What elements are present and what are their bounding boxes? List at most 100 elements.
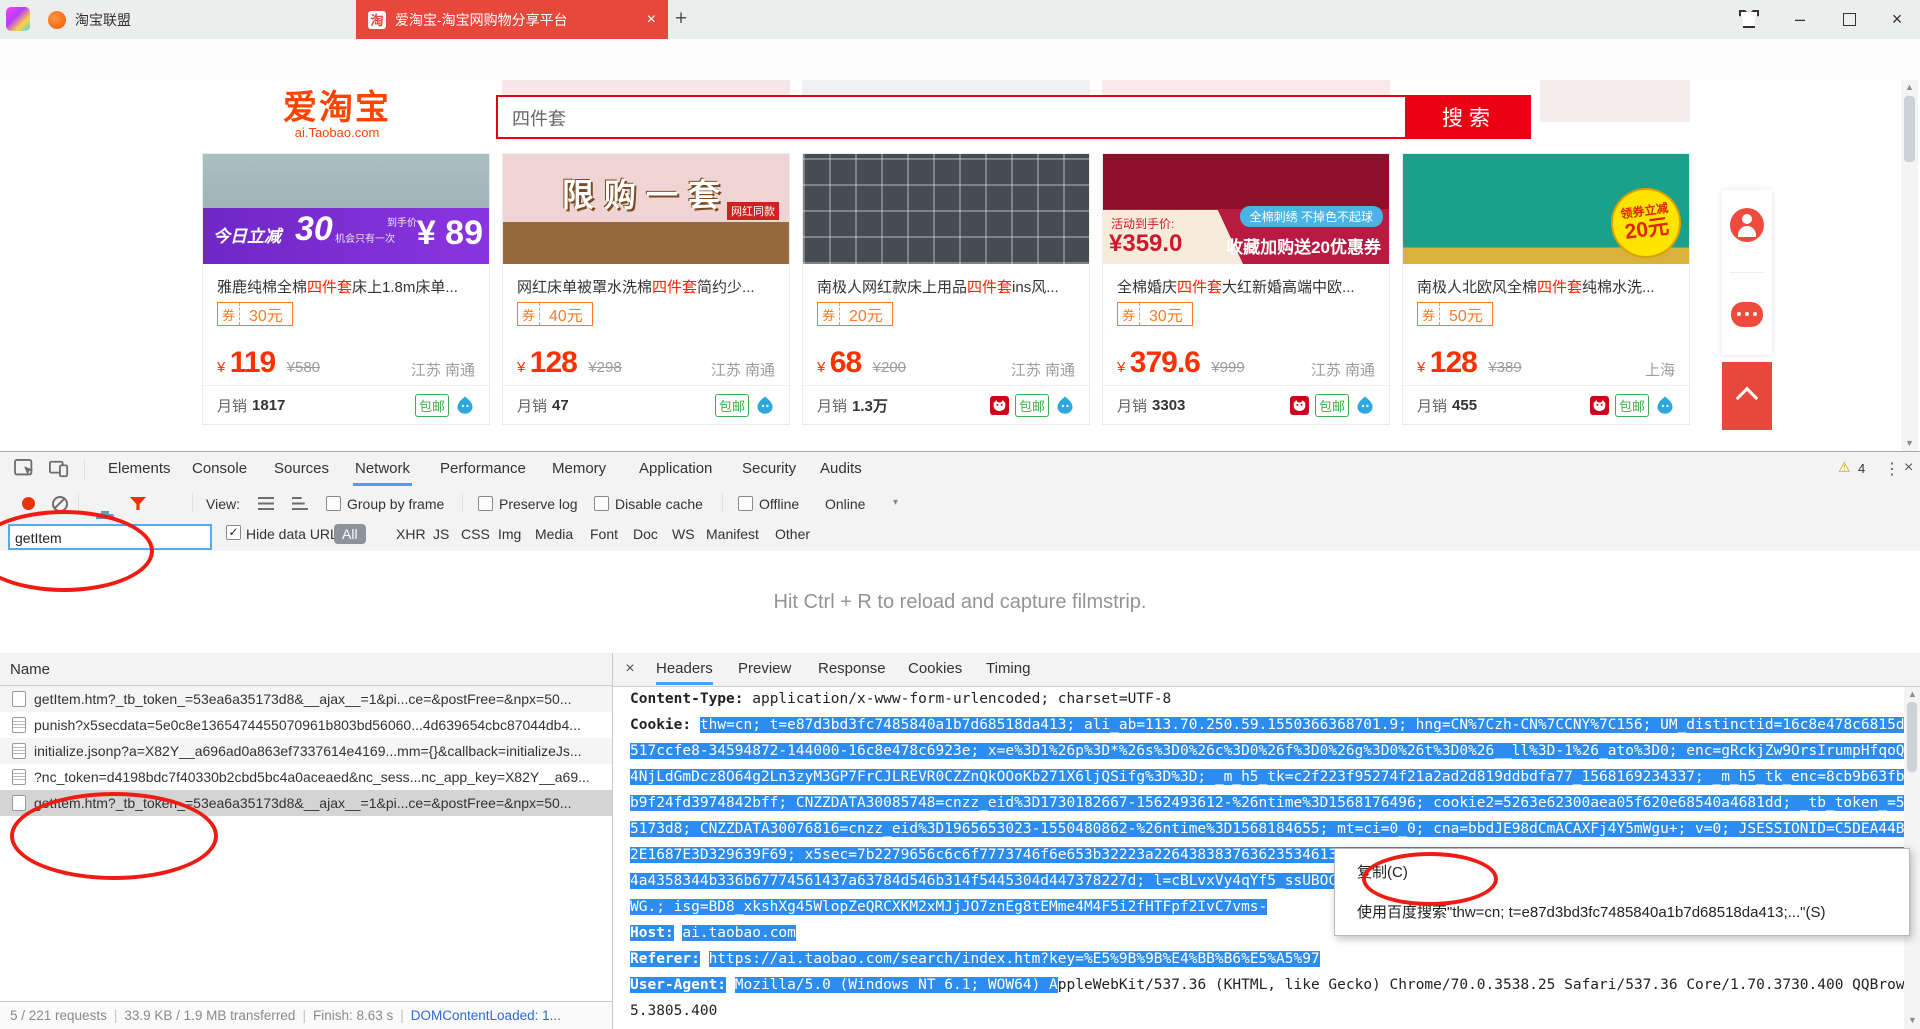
context-menu-copy[interactable]: 复制(C) xyxy=(1357,861,1408,882)
browser-app-icon[interactable] xyxy=(6,7,30,31)
restore-button[interactable] xyxy=(1832,4,1866,34)
filter-type-xhr[interactable]: XHR xyxy=(396,526,426,542)
request-row[interactable]: punish?x5secdata=5e0c8e1365474455070961b… xyxy=(0,712,612,738)
product-title[interactable]: 南极人北欧风全棉四件套纯棉水洗... xyxy=(1417,276,1675,297)
coupon-badge[interactable]: 券40元 xyxy=(517,302,593,326)
devtools-tab-memory[interactable]: Memory xyxy=(550,452,608,486)
filter-input[interactable] xyxy=(10,526,217,550)
product-image[interactable] xyxy=(803,154,1089,264)
filter-type-img[interactable]: Img xyxy=(498,526,521,542)
detail-tab-timing[interactable]: Timing xyxy=(986,653,1030,685)
filter-type-css[interactable]: CSS xyxy=(461,526,490,542)
inspect-element-icon[interactable] xyxy=(14,459,36,479)
new-tab-button[interactable]: + xyxy=(668,6,694,32)
detail-tab-cookies[interactable]: Cookies xyxy=(908,653,962,685)
request-row[interactable]: initialize.jsonp?a=X82Y__a696ad0a863ef73… xyxy=(0,738,612,764)
minimize-button[interactable]: – xyxy=(1783,4,1817,34)
warning-icon[interactable]: ⚠ xyxy=(1838,459,1851,476)
devtools-tab-application[interactable]: Application xyxy=(637,452,714,486)
filter-type-other[interactable]: Other xyxy=(775,526,810,542)
product-title[interactable]: 雅鹿纯棉全棉四件套床上1.8m床单... xyxy=(217,276,475,297)
hide-data-urls-checkbox[interactable]: ✓ xyxy=(226,525,241,540)
product-search-input[interactable] xyxy=(498,97,1421,139)
filter-type-media[interactable]: Media xyxy=(535,526,573,542)
detail-tab-preview[interactable]: Preview xyxy=(738,653,791,685)
close-window-button[interactable]: × xyxy=(1880,4,1914,34)
sales-count: 1.3万 xyxy=(852,395,888,416)
request-row[interactable]: getItem.htm?_tb_token_=53ea6a35173d8&__a… xyxy=(0,686,612,712)
product-title[interactable]: 全棉婚庆四件套大红新婚高端中欧... xyxy=(1117,276,1375,297)
name-column-header[interactable]: Name xyxy=(0,653,612,686)
coupon-badge[interactable]: 券20元 xyxy=(817,302,893,326)
offline-label[interactable]: Offline xyxy=(759,494,799,514)
devtools-tab-performance[interactable]: Performance xyxy=(438,452,528,486)
free-shipping-badge: 包邮 xyxy=(715,394,749,417)
scroll-up-icon[interactable]: ▲ xyxy=(1904,689,1920,699)
throttling-caret-icon[interactable]: ▾ xyxy=(893,497,898,508)
product-image[interactable]: 限购一套 网红同款 xyxy=(503,154,789,264)
group-by-frame-label[interactable]: Group by frame xyxy=(347,494,444,514)
preserve-log-label[interactable]: Preserve log xyxy=(499,494,578,514)
scroll-down-icon[interactable]: ▼ xyxy=(1904,1015,1920,1025)
filter-type-ws[interactable]: WS xyxy=(672,526,695,542)
product-image[interactable]: 领券立减 20元 xyxy=(1403,154,1689,264)
throttling-select[interactable]: Online xyxy=(825,494,865,514)
devtools-close-icon[interactable]: × xyxy=(1904,459,1913,477)
page-scrollbar[interactable]: ▲ ▼ xyxy=(1901,80,1918,452)
devtools-menu-kebab-icon[interactable]: ⋮ xyxy=(1884,459,1900,479)
coupon-badge[interactable]: 券50元 xyxy=(1417,302,1493,326)
product-title[interactable]: 南极人网红款床上用品四件套ins风... xyxy=(817,276,1075,297)
product-image[interactable]: 今日立减 30 机会只有一次 到手价 ¥ 89 xyxy=(203,154,489,264)
coupon-badge[interactable]: 券30元 xyxy=(217,302,293,326)
disable-cache-label[interactable]: Disable cache xyxy=(615,494,703,514)
view-list-icon[interactable] xyxy=(258,497,274,510)
group-by-frame-checkbox[interactable] xyxy=(326,496,341,511)
coupon-badge[interactable]: 券30元 xyxy=(1117,302,1193,326)
filter-type-manifest[interactable]: Manifest xyxy=(706,526,759,542)
filter-type-font[interactable]: Font xyxy=(590,526,618,542)
product-image[interactable]: 全棉刺绣 不掉色不起球 活动到手价: ¥359.0 收藏加购送20优惠券 xyxy=(1103,154,1389,264)
product-card[interactable]: 领券立减 20元 南极人北欧风全棉四件套纯棉水洗... 券50元 ¥ 128 ¥… xyxy=(1402,153,1690,425)
detail-tab-response[interactable]: Response xyxy=(818,653,886,685)
product-card[interactable]: 南极人网红款床上用品四件套ins风... 券20元 ¥ 68 ¥200 江苏 南… xyxy=(802,153,1090,425)
devtools-tab-elements[interactable]: Elements xyxy=(106,452,173,486)
request-row-selected[interactable]: getItem.htm?_tb_token_=53ea6a35173d8&__a… xyxy=(0,790,612,816)
devtools-tab-security[interactable]: Security xyxy=(740,452,798,486)
theme-skin-button[interactable] xyxy=(1732,4,1766,34)
filter-type-doc[interactable]: Doc xyxy=(633,526,658,542)
clear-button[interactable] xyxy=(52,496,68,512)
devtools-tab-sources[interactable]: Sources xyxy=(272,452,331,486)
devtools-tab-network[interactable]: Network xyxy=(353,452,412,486)
record-button[interactable] xyxy=(22,497,35,510)
detail-tab-headers[interactable]: Headers xyxy=(656,653,713,685)
tab2-close-icon[interactable]: × xyxy=(647,11,656,29)
tab-taobao-lianmeng[interactable]: 淘宝联盟 xyxy=(34,0,356,39)
filter-type-all[interactable]: All xyxy=(334,524,366,544)
scrollbar-thumb[interactable] xyxy=(1907,702,1917,772)
panel-divider[interactable] xyxy=(612,653,613,1029)
search-button[interactable]: 搜索 xyxy=(1407,95,1531,139)
back-to-top-button[interactable] xyxy=(1722,362,1772,430)
tab-aitaobao-active[interactable]: 淘 爱淘宝-淘宝网购物分享平台 × xyxy=(356,0,668,39)
context-menu-baidu-search[interactable]: 使用百度搜索"thw=cn; t=e87d3bd3fc7485840a1b7d6… xyxy=(1357,901,1825,922)
offline-checkbox[interactable] xyxy=(738,496,753,511)
preserve-log-checkbox[interactable] xyxy=(478,496,493,511)
scroll-down-icon[interactable]: ▼ xyxy=(1901,438,1918,448)
product-title[interactable]: 网红床单被罩水洗棉四件套简约少... xyxy=(517,276,775,297)
filter-type-js[interactable]: JS xyxy=(433,526,449,542)
feedback-chat-icon[interactable] xyxy=(1731,302,1763,327)
devtools-tab-audits[interactable]: Audits xyxy=(818,452,864,486)
hide-data-urls-label[interactable]: Hide data URLs xyxy=(246,526,345,542)
disable-cache-checkbox[interactable] xyxy=(594,496,609,511)
site-logo[interactable]: 爱淘宝 ai.Taobao.com xyxy=(262,90,412,140)
device-toolbar-icon[interactable] xyxy=(48,459,70,479)
scrollbar-thumb[interactable] xyxy=(1904,96,1915,162)
product-card[interactable]: 全棉刺绣 不掉色不起球 活动到手价: ¥359.0 收藏加购送20优惠券 全棉婚… xyxy=(1102,153,1390,425)
user-icon[interactable] xyxy=(1730,208,1764,242)
scroll-up-icon[interactable]: ▲ xyxy=(1901,82,1918,92)
product-card[interactable]: 限购一套 网红同款 网红床单被罩水洗棉四件套简约少... 券40元 ¥ 128 … xyxy=(502,153,790,425)
devtools-tab-console[interactable]: Console xyxy=(190,452,249,486)
close-detail-icon[interactable]: × xyxy=(620,660,640,678)
product-card[interactable]: 今日立减 30 机会只有一次 到手价 ¥ 89 雅鹿纯棉全棉四件套床上1.8m床… xyxy=(202,153,490,425)
request-row[interactable]: ?nc_token=d4198bdc7f40330b2cbd5bc4a0acea… xyxy=(0,764,612,790)
